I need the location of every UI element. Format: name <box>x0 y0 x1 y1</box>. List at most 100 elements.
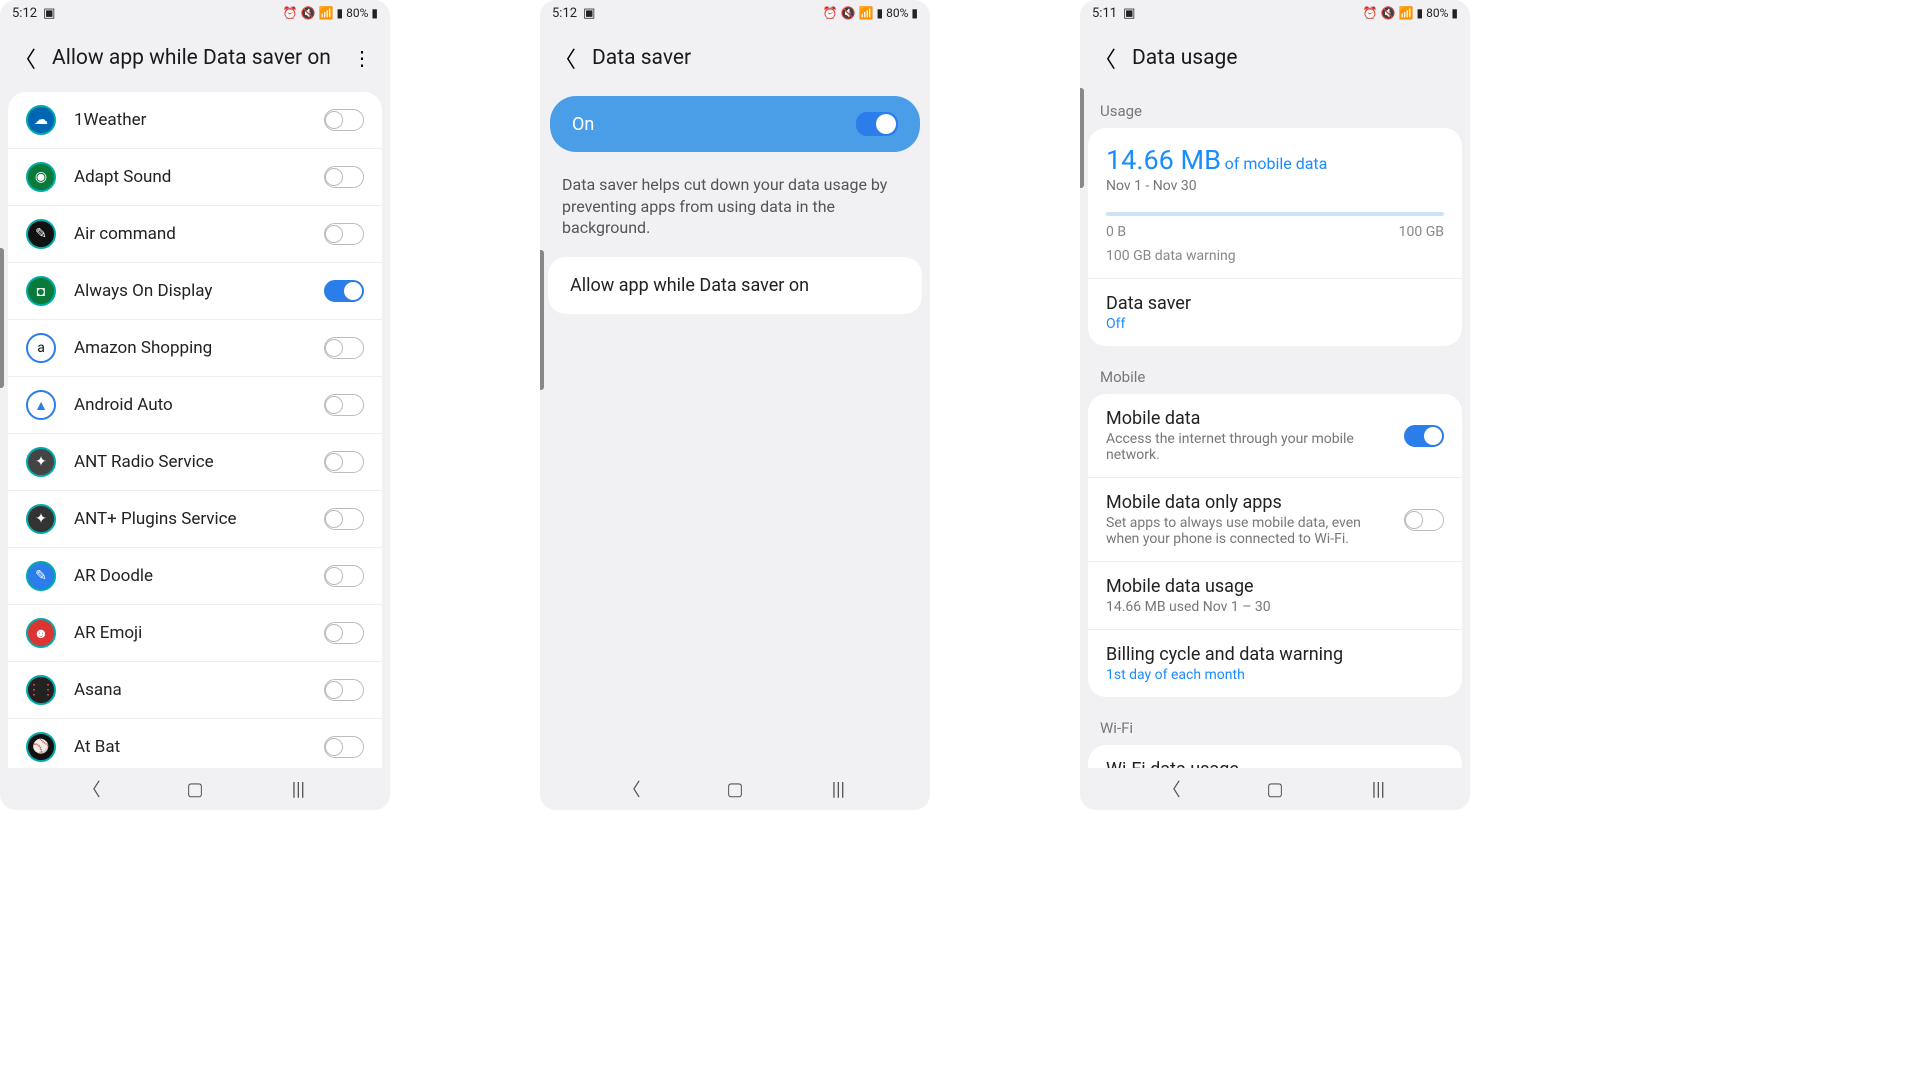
nav-recents[interactable]: ||| <box>278 779 318 800</box>
page-title: Data usage <box>1132 46 1456 70</box>
status-time: 5:12 <box>12 6 37 21</box>
mobile-data-row[interactable]: Mobile data Access the internet through … <box>1088 394 1462 477</box>
app-name: Air command <box>74 224 324 244</box>
app-row[interactable]: ☻AR Emoji <box>8 605 382 662</box>
app-icon: ◘ <box>26 276 56 306</box>
mobile-card: Mobile data Access the internet through … <box>1088 394 1462 697</box>
back-icon[interactable]: 〈 <box>554 42 576 74</box>
mobile-only-label: Mobile data only apps <box>1106 492 1390 513</box>
page-title: Data saver <box>592 46 916 70</box>
nav-home[interactable]: ▢ <box>715 779 755 800</box>
alarm-icon: ⏰ <box>823 6 838 20</box>
app-icon: ▲ <box>26 390 56 420</box>
billing-label: Billing cycle and data warning <box>1106 644 1444 665</box>
back-icon[interactable]: 〈 <box>1094 42 1116 74</box>
app-row[interactable]: ☁1Weather <box>8 92 382 149</box>
nav-home[interactable]: ▢ <box>175 779 215 800</box>
page-title: Allow app while Data saver on <box>52 46 332 70</box>
app-toggle[interactable] <box>324 394 364 416</box>
billing-row[interactable]: Billing cycle and data warning 1st day o… <box>1088 629 1462 697</box>
mobile-usage-sub: 14.66 MB used Nov 1 – 30 <box>1106 599 1444 615</box>
app-name: ANT Radio Service <box>74 452 324 472</box>
app-toggle[interactable] <box>324 508 364 530</box>
nav-bar: 〈 ▢ ||| <box>0 768 390 810</box>
content: ☁1Weather◉Adapt Sound✎Air command ◘ Always… <box>0 88 390 768</box>
app-name: Always On Display <box>74 281 324 301</box>
data-saver-label: Data saver <box>1106 293 1444 314</box>
phone-data-usage: 5:11 ▣ ⏰ 🔇 📶 ▮ 80% ▮ 〈 Data usage Usage … <box>1080 0 1470 810</box>
mobile-only-toggle[interactable] <box>1404 509 1444 531</box>
app-toggle[interactable] <box>324 451 364 473</box>
mute-icon: 🔇 <box>841 6 856 20</box>
nav-home[interactable]: ▢ <box>1255 779 1295 800</box>
wifi-usage-row[interactable]: Wi-Fi data usage <box>1088 745 1462 768</box>
app-toggle[interactable] <box>324 679 364 701</box>
nav-recents[interactable]: ||| <box>1358 779 1398 800</box>
nav-back[interactable]: 〈 <box>612 776 652 802</box>
app-toggle[interactable] <box>324 736 364 758</box>
app-row[interactable]: aAmazon Shopping <box>8 320 382 377</box>
mobile-data-toggle[interactable] <box>1404 425 1444 447</box>
bar-max: 100 GB <box>1399 224 1444 240</box>
app-toggle[interactable] <box>324 565 364 587</box>
image-icon: ▣ <box>583 6 595 21</box>
app-row[interactable]: ◉Adapt Sound <box>8 149 382 206</box>
app-toggle[interactable] <box>324 280 364 302</box>
mobile-only-row[interactable]: Mobile data only apps Set apps to always… <box>1088 477 1462 561</box>
image-icon: ▣ <box>1123 6 1135 21</box>
usage-unit: of mobile data <box>1225 154 1328 173</box>
section-mobile: Mobile <box>1080 354 1470 394</box>
content: Usage 14.66 MB of mobile data Nov 1 - No… <box>1080 88 1470 768</box>
wifi-icon: 📶 <box>319 6 334 20</box>
billing-sub: 1st day of each month <box>1106 667 1444 683</box>
app-row[interactable]: ✎Air command <box>8 206 382 263</box>
app-row[interactable]: ✎AR Doodle <box>8 548 382 605</box>
app-toggle[interactable] <box>324 622 364 644</box>
data-saver-row[interactable]: Data saver Off <box>1088 278 1462 346</box>
app-icon: a <box>26 333 56 363</box>
mute-icon: 🔇 <box>301 6 316 20</box>
section-usage: Usage <box>1080 88 1470 128</box>
app-icon: ✦ <box>26 447 56 477</box>
nav-back[interactable]: 〈 <box>72 776 112 802</box>
nav-back[interactable]: 〈 <box>1152 776 1192 802</box>
usage-period: Nov 1 - Nov 30 <box>1106 178 1444 194</box>
app-row[interactable]: ✦ANT+ Plugins Service <box>8 491 382 548</box>
scroll-indicator <box>0 248 4 388</box>
alarm-icon: ⏰ <box>1363 6 1378 20</box>
app-toggle[interactable] <box>324 166 364 188</box>
title-bar: 〈 Data usage <box>1080 24 1470 88</box>
signal-icon: ▮ <box>877 6 884 20</box>
master-toggle[interactable] <box>856 112 898 136</box>
allow-app-row[interactable]: Allow app while Data saver on <box>548 257 922 314</box>
app-row[interactable]: ◘ Always On Display <box>8 263 382 320</box>
phone-data-saver: 5:12 ▣ ⏰ 🔇 📶 ▮ 80% ▮ 〈 Data saver On Dat… <box>540 0 930 810</box>
master-toggle-row[interactable]: On <box>550 96 920 152</box>
app-row[interactable]: ▲Android Auto <box>8 377 382 434</box>
battery-icon: ▮ <box>1451 6 1458 20</box>
nav-recents[interactable]: ||| <box>818 779 858 800</box>
app-row[interactable]: ⋮⋮Asana <box>8 662 382 719</box>
app-icon: ◉ <box>26 162 56 192</box>
mobile-usage-row[interactable]: Mobile data usage 14.66 MB used Nov 1 – … <box>1088 561 1462 629</box>
app-row[interactable]: ⚾At Bat <box>8 719 382 768</box>
scroll-indicator <box>540 250 544 390</box>
master-toggle-label: On <box>572 114 594 135</box>
content: On Data saver helps cut down your data u… <box>540 88 930 768</box>
usage-card: 14.66 MB of mobile data Nov 1 - Nov 30 0… <box>1088 128 1462 346</box>
app-toggle[interactable] <box>324 337 364 359</box>
mute-icon: 🔇 <box>1381 6 1396 20</box>
battery-icon: ▮ <box>911 6 918 20</box>
app-row[interactable]: ✦ ANT Radio Service <box>8 434 382 491</box>
app-toggle[interactable] <box>324 223 364 245</box>
app-name: AR Doodle <box>74 566 324 586</box>
phone-allow-apps: 5:12 ▣ ⏰ 🔇 📶 ▮ 80% ▮ 〈 Allow app while D… <box>0 0 390 810</box>
signal-icon: ▮ <box>337 6 344 20</box>
bar-min: 0 B <box>1106 224 1126 240</box>
app-toggle[interactable] <box>324 109 364 131</box>
status-bar: 5:12 ▣ ⏰ 🔇 📶 ▮ 80% ▮ <box>540 0 930 24</box>
back-icon[interactable]: 〈 <box>14 42 36 74</box>
app-icon: ✦ <box>26 504 56 534</box>
more-icon[interactable]: ⋮ <box>348 46 376 70</box>
title-bar: 〈 Allow app while Data saver on ⋮ <box>0 24 390 88</box>
